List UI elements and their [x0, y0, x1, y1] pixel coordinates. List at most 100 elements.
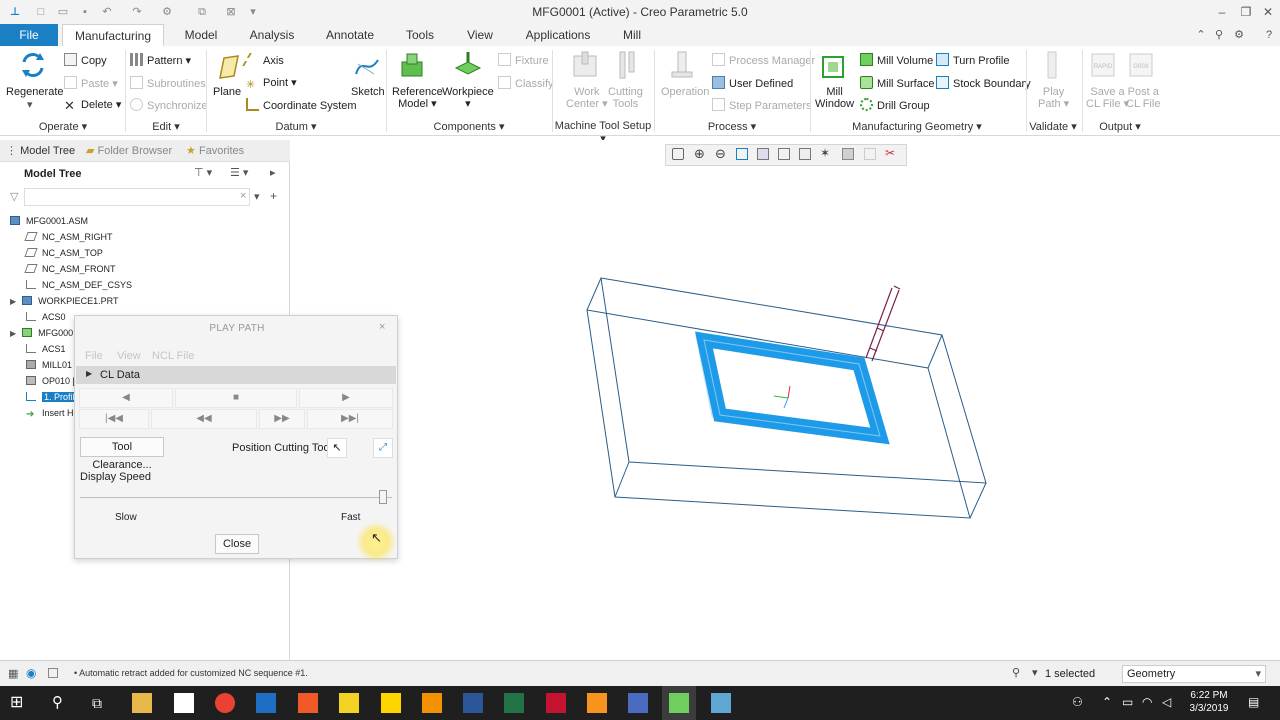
network-icon[interactable]: ▭: [1122, 695, 1133, 709]
group-process[interactable]: Process ▾: [700, 120, 764, 134]
graphics-window[interactable]: [292, 140, 1280, 660]
tab-analysis[interactable]: Analysis: [244, 24, 300, 46]
stop-button[interactable]: ■: [175, 388, 297, 408]
toolpath-display-icon[interactable]: ✂: [885, 146, 895, 160]
filter-icon[interactable]: ▽: [10, 190, 18, 203]
tree-item-acs0[interactable]: ACS0: [26, 310, 66, 324]
sketch-button[interactable]: Sketch: [351, 86, 385, 98]
tree-item-front[interactable]: NC_ASM_FRONT: [24, 262, 116, 276]
tree-item-top[interactable]: NC_ASM_TOP: [24, 246, 103, 260]
menu-view[interactable]: View: [117, 350, 141, 362]
delete-button[interactable]: ✕ Delete ▾: [64, 98, 121, 113]
tool-position-icon[interactable]: ⤢: [373, 438, 393, 458]
tab-manufacturing[interactable]: Manufacturing: [62, 24, 164, 46]
file-explorer-icon[interactable]: [132, 693, 152, 713]
group-manufacturing-geometry[interactable]: Manufacturing Geometry ▾: [850, 120, 984, 134]
wifi-icon[interactable]: ◠: [1142, 695, 1152, 709]
fullscreen-icon[interactable]: [48, 668, 58, 678]
zoom-out-icon[interactable]: ⊖: [715, 146, 726, 162]
saved-orientations-icon[interactable]: [778, 148, 790, 160]
menu-file[interactable]: File: [85, 350, 103, 362]
user-defined-button[interactable]: User Defined: [712, 76, 793, 90]
mail-icon[interactable]: [174, 693, 194, 713]
view-manager-icon[interactable]: [757, 148, 769, 160]
group-datum[interactable]: Datum ▾: [258, 120, 334, 134]
volume-icon[interactable]: ◁: [1162, 695, 1171, 709]
browser-icon[interactable]: ◉: [26, 666, 36, 680]
repaint-icon[interactable]: [736, 148, 748, 160]
tree-item-csys[interactable]: NC_ASM_DEF_CSYS: [26, 278, 132, 292]
tab-file[interactable]: File: [0, 24, 58, 46]
search-icon[interactable]: ⚲: [1212, 28, 1226, 42]
task-view-icon[interactable]: ⧉: [92, 693, 112, 713]
tab-applications[interactable]: Applications: [516, 24, 600, 46]
start-button[interactable]: ⊞: [10, 693, 30, 713]
spin-center-icon[interactable]: [842, 148, 854, 160]
tab-tools[interactable]: Tools: [400, 24, 440, 46]
tab-view[interactable]: View: [460, 24, 500, 46]
app-blue2-icon[interactable]: [628, 693, 648, 713]
menu-ncl-file[interactable]: NCL File: [152, 350, 194, 362]
help-icon[interactable]: ?: [1262, 28, 1276, 42]
select-position-icon[interactable]: ↖: [327, 438, 347, 458]
maximize-button[interactable]: ❐: [1236, 3, 1256, 21]
cl-data-expander[interactable]: ▶ CL Data: [76, 366, 396, 384]
layout-icon[interactable]: ▦: [8, 667, 18, 680]
tab-model[interactable]: Model: [176, 24, 226, 46]
tab-mill[interactable]: Mill: [616, 24, 648, 46]
reference-model-button[interactable]: Reference Model ▾: [392, 86, 443, 110]
tree-item-acs1[interactable]: ACS1: [26, 342, 66, 356]
search-taskbar-icon[interactable]: ⚲: [52, 693, 72, 713]
search-options-icon[interactable]: ▾: [254, 190, 260, 203]
people-icon[interactable]: ⚇: [1072, 695, 1083, 709]
selection-filter-icon[interactable]: ⚲: [1012, 666, 1020, 679]
minimize-ribbon-icon[interactable]: ⌃: [1194, 28, 1208, 42]
selection-filter-select[interactable]: Geometry ▾: [1122, 665, 1266, 683]
play-backward-button[interactable]: ◀: [79, 388, 173, 408]
tree-item-workpiece[interactable]: ▶ WORKPIECE1.PRT: [10, 294, 119, 308]
refit-icon[interactable]: [672, 148, 684, 160]
regenerate-button[interactable]: Regenerate: [6, 86, 64, 98]
fast-forward-button[interactable]: ▶▶|: [307, 409, 393, 429]
group-machine-tool-setup[interactable]: Machine Tool Setup ▾: [554, 120, 652, 145]
autocad-icon[interactable]: [381, 693, 401, 713]
plane-button[interactable]: Plane: [213, 86, 241, 98]
tab-favorites[interactable]: ★ Favorites: [186, 143, 244, 160]
clock[interactable]: 6:22 PM 3/3/2019: [1184, 689, 1234, 715]
step-back-button[interactable]: ◀◀: [151, 409, 257, 429]
tool-clearance-button[interactable]: Tool Clearance...: [80, 437, 164, 471]
app-blue-icon[interactable]: [256, 693, 276, 713]
drill-group-button[interactable]: Drill Group: [860, 98, 930, 112]
tree-more-icon[interactable]: ▸: [270, 166, 276, 179]
app-orange2-icon[interactable]: [587, 693, 607, 713]
mill-surface-button[interactable]: Mill Surface: [860, 76, 934, 90]
group-validate[interactable]: Validate ▾: [1026, 120, 1080, 134]
speed-slider-thumb[interactable]: [378, 490, 387, 504]
tab-model-tree[interactable]: ⋮ Model Tree: [6, 143, 75, 160]
selection-dropdown-icon[interactable]: ▾: [1032, 666, 1038, 679]
close-button[interactable]: ✕: [1258, 3, 1278, 21]
app-yellow-icon[interactable]: [339, 693, 359, 713]
tree-columns-icon[interactable]: ☰ ▾: [230, 166, 248, 179]
tree-item-insert-here[interactable]: ➔ Insert He: [26, 406, 79, 420]
dialog-close-icon[interactable]: ×: [379, 321, 385, 333]
regenerate-dropdown-icon[interactable]: ▾: [27, 98, 33, 111]
pattern-button[interactable]: Pattern ▾: [130, 53, 191, 67]
display-style-icon[interactable]: [799, 148, 811, 160]
step-forward-button[interactable]: ▶▶: [259, 409, 305, 429]
notifications-icon[interactable]: ▤: [1248, 695, 1259, 709]
stock-boundary-button[interactable]: Stock Boundary: [936, 76, 1031, 90]
excel-icon[interactable]: [504, 693, 524, 713]
tab-folder-browser[interactable]: ▰ Folder Browser: [86, 143, 172, 160]
tree-search-input[interactable]: [24, 188, 250, 206]
annotation-display-icon[interactable]: [864, 148, 876, 160]
speed-slider-track[interactable]: [80, 497, 392, 498]
app-orange-icon[interactable]: [298, 693, 318, 713]
tree-item-mfg000[interactable]: ▶ MFG000: [10, 326, 73, 340]
mill-window-button[interactable]: Mill Window: [815, 86, 854, 110]
vlc-icon[interactable]: [422, 693, 442, 713]
group-operate[interactable]: Operate ▾: [30, 120, 96, 134]
turn-profile-button[interactable]: Turn Profile: [936, 53, 1009, 67]
tray-chevron-icon[interactable]: ⌃: [1102, 695, 1112, 709]
tree-settings-icon[interactable]: ⊤ ▾: [194, 166, 212, 179]
